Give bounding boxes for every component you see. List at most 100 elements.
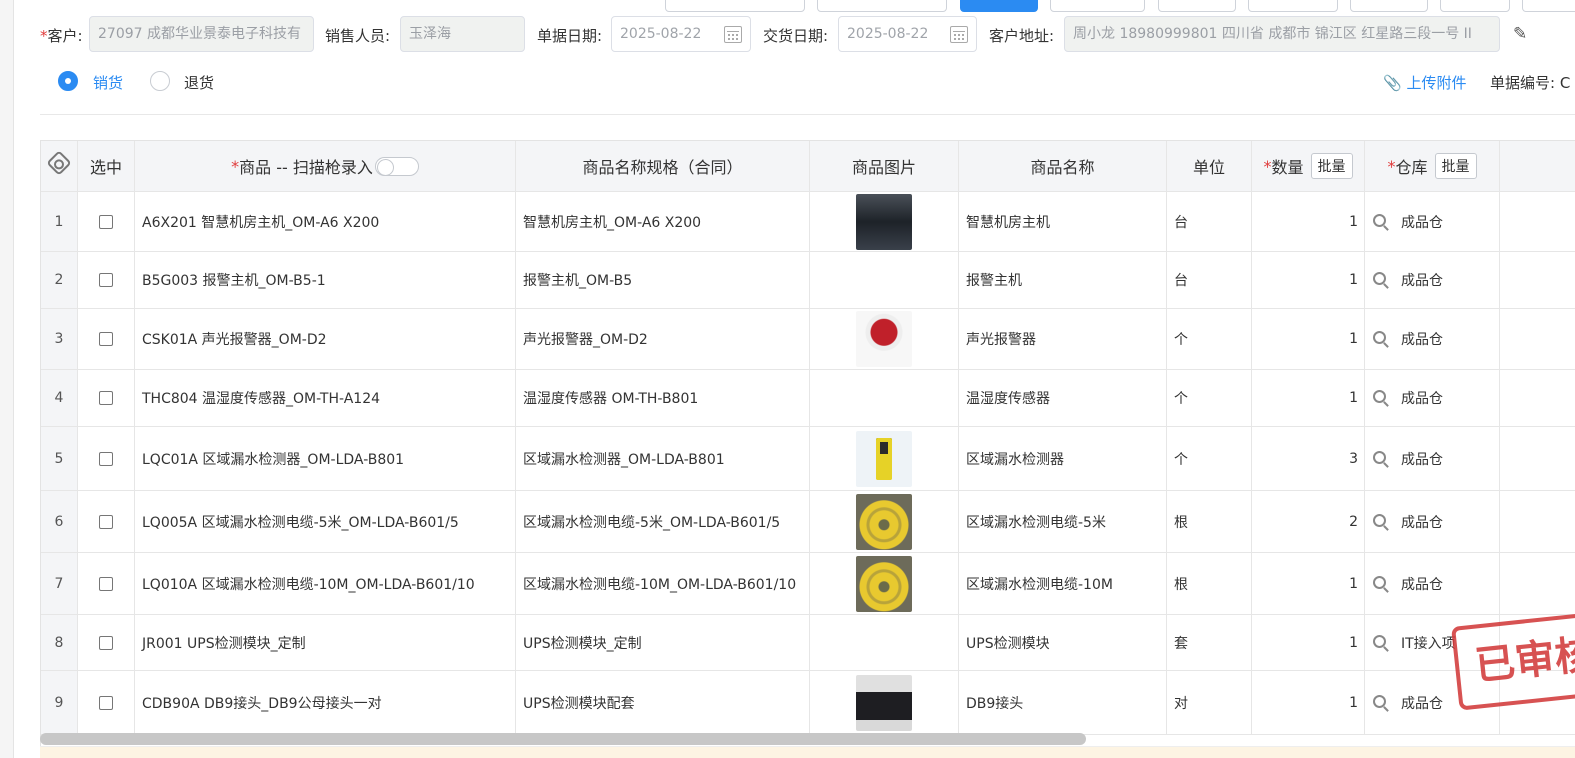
qty-cell[interactable]: 2 <box>1252 491 1365 552</box>
qty-cell[interactable]: 1 <box>1252 553 1365 614</box>
toolbar-button-2[interactable] <box>817 0 947 12</box>
name-cell[interactable]: DB9接头 <box>959 671 1167 734</box>
radio-sale-label[interactable]: 销货 <box>93 72 123 93</box>
product-cell[interactable]: CDB90A DB9接头_DB9公母接头一对 <box>135 671 516 734</box>
unit-cell[interactable]: 个 <box>1167 370 1252 426</box>
table-row[interactable]: 8 JR001 UPS检测模块_定制 UPS检测模块_定制 UPS检测模块套 1 IT接入… <box>41 615 1575 671</box>
calendar-icon[interactable] <box>724 26 742 43</box>
spec-cell[interactable]: 区域漏水检测电缆-10M_OM-LDA-B601/10 <box>516 553 810 614</box>
search-icon[interactable] <box>1373 513 1386 527</box>
calendar-icon[interactable] <box>950 26 968 43</box>
name-cell[interactable]: 温湿度传感器 <box>959 370 1167 426</box>
table-row[interactable]: 5 LQC01A 区域漏水检测器_OM-LDA-B801 区域漏水检测器_OM-LD… <box>41 427 1575 491</box>
host-device-image[interactable] <box>856 193 912 250</box>
row-checkbox[interactable] <box>99 635 113 650</box>
toolbar-button-7[interactable] <box>1440 0 1510 12</box>
radio-return-label[interactable]: 退货 <box>184 72 214 93</box>
spec-cell[interactable]: 区域漏水检测器_OM-LDA-B801 <box>516 427 810 490</box>
search-icon[interactable] <box>1373 331 1386 344</box>
name-cell[interactable]: 区域漏水检测电缆-10M <box>959 553 1167 614</box>
scrollbar-thumb[interactable] <box>40 733 1086 745</box>
spec-cell[interactable]: 智慧机房主机_OM-A6 X200 <box>516 192 810 251</box>
table-row[interactable]: 3 CSK01A 声光报警器_OM-D2 声光报警器_OM-D2 声光报警器个 1 成品仓 <box>41 309 1575 370</box>
table-row[interactable]: 7 LQ010A 区域漏水检测电缆-10M_OM-LDA-B601/10 区域漏水检… <box>41 553 1575 615</box>
qty-batch-button[interactable]: 批量 <box>1310 153 1353 179</box>
unit-cell[interactable]: 套 <box>1167 615 1252 670</box>
product-cell[interactable]: A6X201 智慧机房主机_OM-A6 X200 <box>135 192 516 251</box>
warehouse-cell[interactable]: 成品仓 <box>1365 309 1500 369</box>
search-icon[interactable] <box>1373 575 1386 589</box>
qty-cell[interactable]: 1 <box>1252 615 1365 670</box>
warehouse-cell[interactable]: 成品仓 <box>1365 427 1500 490</box>
column-settings-cell[interactable] <box>41 141 78 191</box>
settings-icon[interactable] <box>46 150 72 176</box>
spec-cell[interactable]: 报警主机_OM-B5 <box>516 252 810 308</box>
warehouse-cell[interactable]: 成品仓 <box>1365 553 1500 614</box>
qty-cell[interactable]: 1 <box>1252 309 1365 369</box>
name-cell[interactable]: 智慧机房主机 <box>959 192 1167 251</box>
table-row[interactable]: 4 THC804 温湿度传感器_OM-TH-A124 温湿度传感器 OM-TH-B8… <box>41 370 1575 427</box>
table-row[interactable]: 2 B5G003 报警主机_OM-B5-1 报警主机_OM-B5 报警主机台 1 成品仓 <box>41 252 1575 309</box>
spec-cell[interactable]: 声光报警器_OM-D2 <box>516 309 810 369</box>
toolbar-button-5[interactable] <box>1248 0 1338 12</box>
table-row[interactable]: 9 CDB90A DB9接头_DB9公母接头一对 UPS检测模块配套 DB9接头对 1 成… <box>41 671 1575 735</box>
search-icon[interactable] <box>1373 272 1386 285</box>
row-checkbox[interactable] <box>99 332 113 346</box>
toolbar-button-1[interactable] <box>665 0 805 12</box>
table-row[interactable]: 6 LQ005A 区域漏水检测电缆-5米_OM-LDA-B601/5 区域漏水检测电… <box>41 491 1575 553</box>
name-cell[interactable]: 区域漏水检测电缆-5米 <box>959 491 1167 552</box>
row-checkbox[interactable] <box>99 273 113 287</box>
qty-cell[interactable]: 1 <box>1252 671 1365 734</box>
product-cell[interactable]: CSK01A 声光报警器_OM-D2 <box>135 309 516 369</box>
db9-connector-image[interactable] <box>856 674 912 731</box>
edit-pencil-icon[interactable]: ✎ <box>1513 24 1527 44</box>
warehouse-cell[interactable]: 成品仓 <box>1365 370 1500 426</box>
unit-cell[interactable]: 对 <box>1167 671 1252 734</box>
siren-image[interactable] <box>856 311 912 367</box>
row-checkbox[interactable] <box>99 514 113 529</box>
leak-detector-image[interactable] <box>856 430 912 487</box>
unit-cell[interactable]: 台 <box>1167 192 1252 251</box>
unit-cell[interactable]: 个 <box>1167 427 1252 490</box>
warehouse-cell[interactable]: 成品仓 <box>1365 491 1500 552</box>
row-checkbox[interactable] <box>99 214 113 229</box>
scanner-toggle[interactable] <box>374 156 419 176</box>
name-cell[interactable]: 区域漏水检测器 <box>959 427 1167 490</box>
search-icon[interactable] <box>1373 450 1386 464</box>
product-cell[interactable]: JR001 UPS检测模块_定制 <box>135 615 516 670</box>
toolbar-button-6[interactable] <box>1350 0 1428 12</box>
spec-cell[interactable]: UPS检测模块配套 <box>516 671 810 734</box>
row-checkbox[interactable] <box>99 451 113 466</box>
qty-cell[interactable]: 1 <box>1252 252 1365 308</box>
name-cell[interactable]: 声光报警器 <box>959 309 1167 369</box>
warehouse-cell[interactable]: 成品仓 <box>1365 192 1500 251</box>
radio-sale[interactable] <box>58 71 78 91</box>
warehouse-batch-button[interactable]: 批量 <box>1434 153 1477 179</box>
toolbar-button-4[interactable] <box>1158 0 1236 12</box>
toolbar-primary-button[interactable] <box>960 0 1038 12</box>
customer-field[interactable]: 27097 成都华业景泰电子科技有 <box>89 16 314 52</box>
unit-cell[interactable]: 根 <box>1167 491 1252 552</box>
spec-cell[interactable]: UPS检测模块_定制 <box>516 615 810 670</box>
product-cell[interactable]: B5G003 报警主机_OM-B5-1 <box>135 252 516 308</box>
qty-cell[interactable]: 3 <box>1252 427 1365 490</box>
qty-cell[interactable]: 1 <box>1252 370 1365 426</box>
toolbar-button-8[interactable] <box>1522 0 1575 12</box>
address-field[interactable]: 周小龙 18980999801 四川省 成都市 锦江区 红星路三段一号 II <box>1064 16 1500 52</box>
search-icon[interactable] <box>1373 694 1386 708</box>
search-icon[interactable] <box>1373 213 1386 227</box>
cable-image[interactable] <box>856 555 912 612</box>
cable-image[interactable] <box>856 493 912 550</box>
name-cell[interactable]: 报警主机 <box>959 252 1167 308</box>
unit-cell[interactable]: 台 <box>1167 252 1252 308</box>
qty-cell[interactable]: 1 <box>1252 192 1365 251</box>
spec-cell[interactable]: 区域漏水检测电缆-5米_OM-LDA-B601/5 <box>516 491 810 552</box>
unit-cell[interactable]: 个 <box>1167 309 1252 369</box>
upload-attachment-link[interactable]: 📎 上传附件 <box>1383 72 1466 93</box>
table-row[interactable]: 1 A6X201 智慧机房主机_OM-A6 X200 智慧机房主机_OM-A6 X2… <box>41 192 1575 252</box>
horizontal-scrollbar[interactable] <box>40 732 1575 745</box>
toolbar-button-3[interactable] <box>1050 0 1145 12</box>
row-checkbox[interactable] <box>99 695 113 710</box>
search-icon[interactable] <box>1373 634 1386 648</box>
row-checkbox[interactable] <box>99 391 113 405</box>
